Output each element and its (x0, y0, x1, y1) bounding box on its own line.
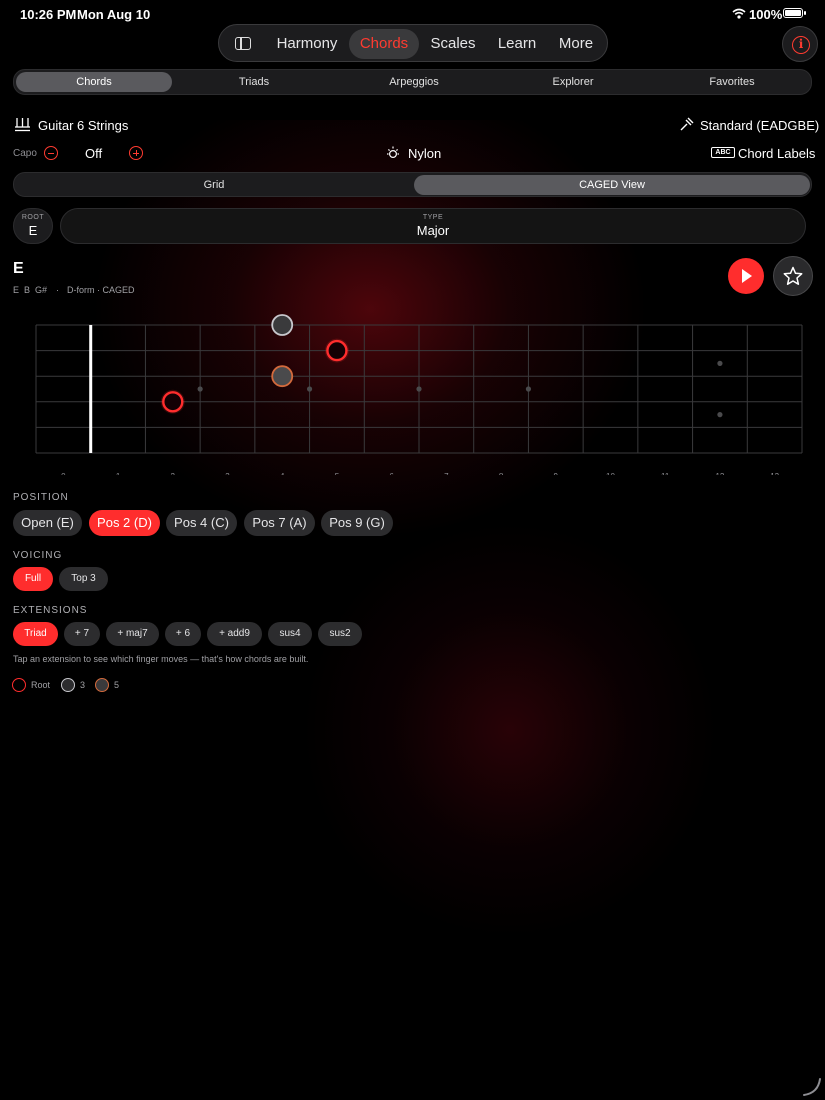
view-caged[interactable]: CAGED View (414, 175, 810, 195)
fret-number: 5 (335, 472, 340, 475)
extensions-heading: EXTENSIONS (13, 605, 88, 616)
fret-number: 11 (661, 472, 670, 475)
chord-name: E (13, 260, 24, 277)
nav-chords[interactable]: Chords (349, 29, 419, 59)
fret-number: 13 (770, 472, 779, 475)
capo-label: Capo (13, 148, 37, 159)
tab-chords[interactable]: Chords (16, 72, 172, 92)
position-open-e[interactable]: Open (E) (13, 510, 82, 536)
voicing-top-3[interactable]: Top 3 (59, 567, 108, 591)
legend-root-dot (12, 678, 26, 692)
fret-inlay (717, 360, 723, 366)
fret-number: 4 (280, 472, 285, 475)
type-value: Major (416, 223, 450, 238)
extension-add9[interactable]: + add9 (207, 622, 262, 646)
voicing-full[interactable]: Full (13, 567, 53, 591)
star-icon (783, 266, 803, 285)
type-selector[interactable]: TYPE Major (60, 208, 806, 244)
abc-icon: ABC (711, 147, 735, 158)
fret-inlay (197, 386, 203, 392)
fret-number: 0 (61, 472, 66, 475)
sidebar-toggle-icon[interactable] (235, 37, 251, 50)
tuning-selector[interactable]: Standard (EADGBE) (700, 118, 819, 133)
guitar-strings-icon (15, 118, 30, 132)
fret-number: 1 (116, 472, 121, 475)
instrument-selector[interactable]: Guitar 6 Strings (38, 118, 128, 133)
info-button[interactable]: i (782, 26, 818, 62)
extension-triad[interactable]: Triad (13, 622, 58, 646)
capo-increase-button[interactable] (129, 146, 143, 160)
chord-tabs: Chords Triads Arpeggios Explorer Favorit… (13, 69, 812, 95)
legend-fifth-label: 5 (114, 680, 120, 690)
capo-decrease-button[interactable] (44, 146, 58, 160)
voicing-heading: VOICING (13, 550, 63, 561)
play-icon (742, 269, 752, 283)
tab-explorer[interactable]: Explorer (495, 72, 651, 92)
chord-labels-toggle[interactable]: Chord Labels (738, 146, 815, 161)
fret-number: 7 (444, 472, 449, 475)
fretboard: 012345678910111213 (35, 314, 803, 475)
fret-number: 8 (499, 472, 504, 475)
battery-icon (783, 8, 803, 18)
fret-number: 3 (225, 472, 230, 475)
extension-maj7[interactable]: + maj7 (106, 622, 159, 646)
extensions-hint: Tap an extension to see which finger mov… (13, 654, 309, 664)
play-button[interactable] (728, 258, 764, 294)
nav-more[interactable]: More (551, 29, 601, 59)
position-pos-2-d[interactable]: Pos 2 (D) (89, 510, 160, 536)
chord-form: D-form · CAGED (67, 285, 135, 295)
fret-inlay (717, 412, 723, 418)
view-switcher: Grid CAGED View (13, 172, 812, 197)
sound-selector[interactable]: Nylon (408, 146, 441, 161)
status-date: Mon Aug 10 (77, 7, 151, 22)
legend-third-dot (61, 678, 75, 692)
extension-6[interactable]: + 6 (165, 622, 201, 646)
note-root (326, 339, 348, 362)
wifi-icon (732, 8, 746, 19)
chord-notes: E B G# (13, 285, 48, 295)
nav-harmony[interactable]: Harmony (269, 29, 345, 59)
nav-learn[interactable]: Learn (487, 29, 547, 59)
chord-separator: · (56, 285, 59, 295)
root-label: ROOT (21, 214, 45, 221)
resize-handle-icon[interactable] (800, 1075, 822, 1097)
sound-icon (387, 146, 399, 159)
legend-root-label: Root (31, 680, 51, 690)
note-root (162, 391, 184, 413)
tab-favorites[interactable]: Favorites (654, 72, 810, 92)
root-selector[interactable]: ROOT E (13, 208, 53, 244)
extension-sus2[interactable]: sus2 (318, 622, 362, 646)
status-time: 10:26 PM (20, 7, 77, 22)
tab-arpeggios[interactable]: Arpeggios (336, 72, 492, 92)
fret-number: 6 (389, 472, 394, 475)
tuning-fork-icon (680, 117, 694, 131)
capo-value: Off (85, 146, 103, 161)
extension-7[interactable]: + 7 (64, 622, 100, 646)
extension-sus4[interactable]: sus4 (268, 622, 312, 646)
fret-inlay (416, 386, 422, 392)
favorite-button[interactable] (773, 256, 813, 296)
fret-inlay (525, 386, 532, 392)
note-fifth (271, 365, 294, 388)
position-pos-7-a[interactable]: Pos 7 (A) (244, 510, 315, 536)
battery-percent: 100% (749, 7, 783, 22)
fret-number: 12 (715, 472, 724, 475)
fret-inlay (306, 386, 313, 392)
note-third (271, 314, 294, 336)
nav-scales[interactable]: Scales (423, 29, 483, 59)
view-grid[interactable]: Grid (16, 175, 412, 195)
position-pos-4-c[interactable]: Pos 4 (C) (166, 510, 237, 536)
fret-number: 9 (554, 472, 559, 475)
position-heading: POSITION (13, 492, 69, 503)
fret-number: 10 (606, 472, 615, 475)
position-pos-9-g[interactable]: Pos 9 (G) (321, 510, 393, 536)
legend-fifth-dot (95, 678, 109, 692)
tab-triads[interactable]: Triads (176, 72, 332, 92)
fret-number: 2 (171, 472, 176, 475)
root-value: E (28, 223, 38, 238)
top-navigation: Harmony Chords Scales Learn More (218, 24, 608, 62)
info-icon: i (792, 36, 810, 54)
legend-third-label: 3 (80, 680, 86, 690)
type-label: TYPE (422, 214, 444, 221)
